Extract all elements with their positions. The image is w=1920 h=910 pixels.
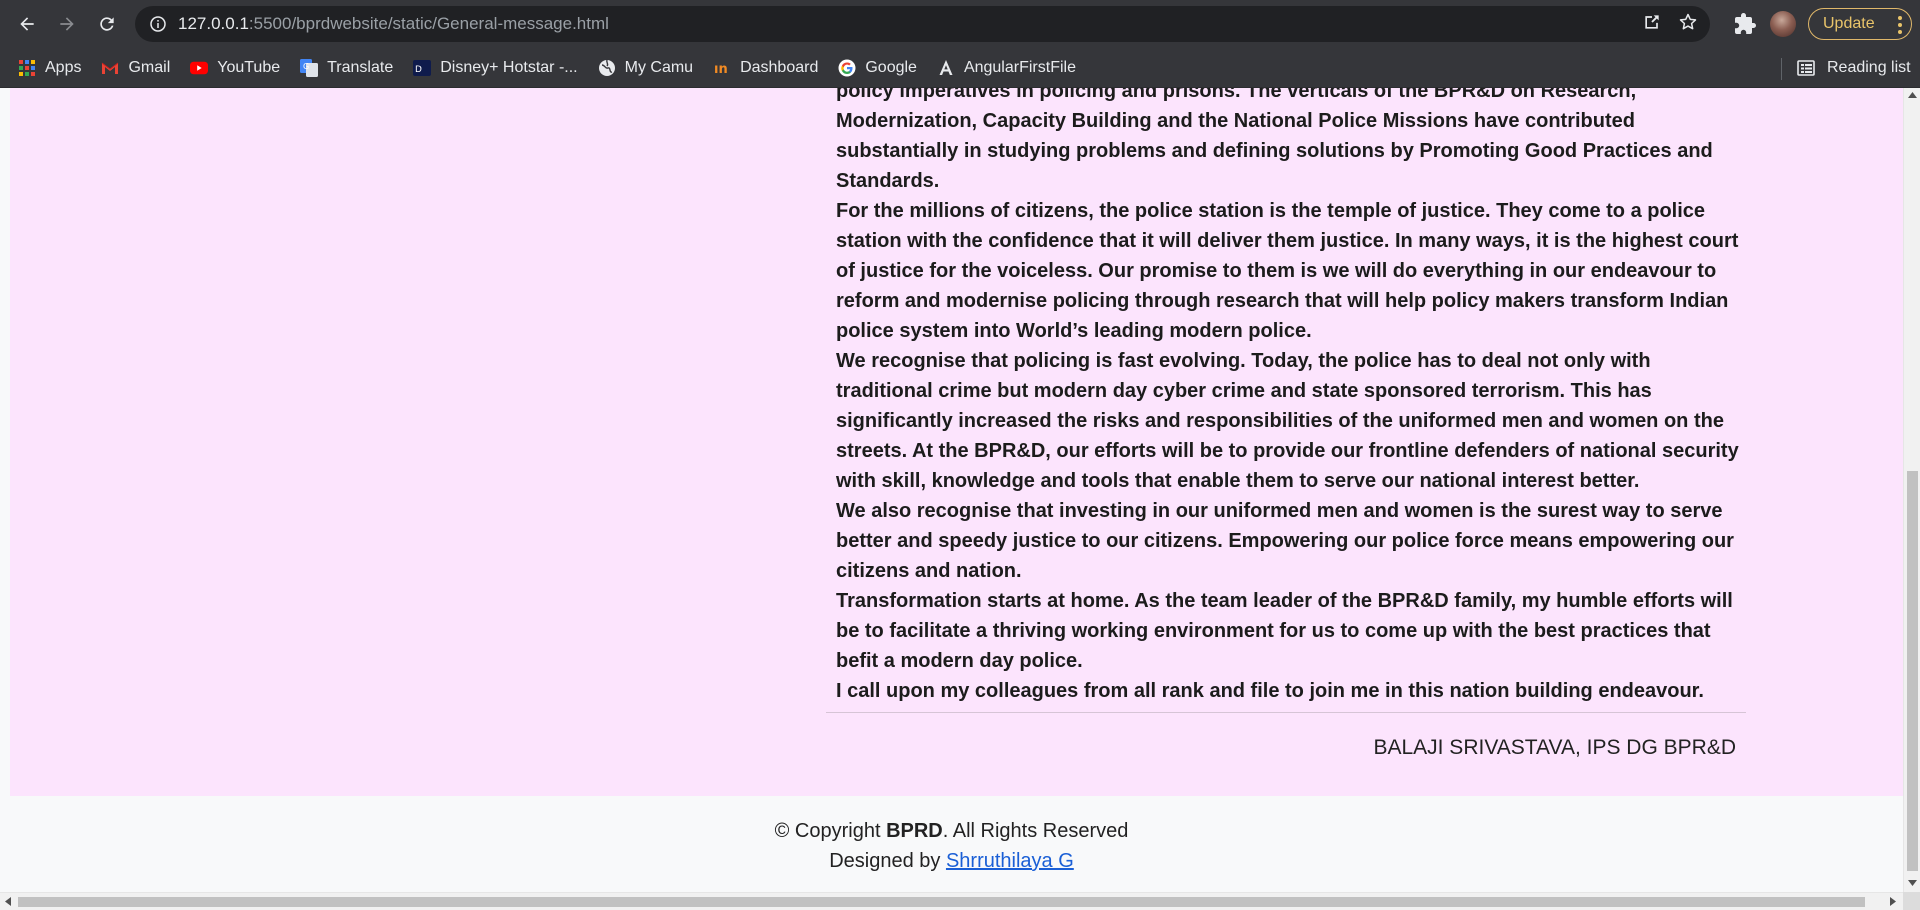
dg-message: policy imperatives in policing and priso…: [836, 88, 1746, 706]
url-path: :5500/bprdwebsite/static/General-message…: [248, 14, 609, 33]
scroll-right-arrow-icon[interactable]: [1890, 897, 1896, 906]
designed-by-prefix: Designed by: [829, 850, 946, 872]
bookmark-label: Gmail: [128, 58, 171, 76]
bookmark-label: Apps: [45, 58, 82, 76]
apps-grid-icon: [18, 59, 36, 77]
address-bar[interactable]: 127.0.0.1:5500/bprdwebsite/static/Genera…: [135, 6, 1710, 42]
scroll-left-arrow-icon[interactable]: [5, 897, 11, 906]
bookmark-translate[interactable]: G Translate: [300, 58, 394, 77]
url-host: 127.0.0.1: [178, 14, 249, 33]
reading-list-label: Reading list: [1827, 59, 1911, 76]
bookmark-label: AngularFirstFile: [963, 58, 1076, 76]
bookmark-angular[interactable]: AngularFirstFile: [937, 59, 1076, 77]
profile-avatar[interactable]: [1770, 11, 1796, 37]
bookmark-dashboard[interactable]: ın Dashboard: [713, 59, 818, 77]
bookmark-star-icon[interactable]: [1678, 12, 1698, 37]
extensions-puzzle-icon[interactable]: [1733, 12, 1757, 36]
site-info-icon[interactable]: [150, 16, 166, 32]
vertical-scrollbar[interactable]: [1903, 88, 1920, 892]
message-paragraph: I call upon my colleagues from all rank …: [836, 680, 1704, 702]
forward-icon[interactable]: [47, 4, 87, 44]
copyright-suffix: . All Rights Reserved: [942, 820, 1129, 842]
youtube-icon: [190, 59, 209, 77]
message-paragraph: policy imperatives in policing and priso…: [836, 88, 1713, 192]
svg-text:G: G: [303, 62, 309, 71]
bookmark-hotstar[interactable]: D Disney+ Hotstar -...: [413, 58, 578, 77]
back-icon[interactable]: [7, 4, 47, 44]
message-paragraph: We also recognise that investing in our …: [836, 500, 1734, 582]
gmail-icon: [101, 59, 119, 77]
vertical-scroll-thumb[interactable]: [1907, 471, 1918, 871]
update-button-label: Update: [1823, 15, 1875, 32]
scroll-down-arrow-icon[interactable]: [1908, 880, 1917, 886]
horizontal-scrollbar[interactable]: [0, 892, 1903, 910]
designer-link[interactable]: Shrruthilaya G: [946, 850, 1074, 872]
message-paragraph: For the millions of citizens, the police…: [836, 200, 1739, 342]
bookmark-label: Translate: [327, 58, 394, 76]
scroll-up-arrow-icon[interactable]: [1908, 92, 1917, 98]
page-viewport: policy imperatives in policing and priso…: [0, 88, 1903, 892]
reading-list-icon: [1797, 59, 1815, 77]
copyright-line: © Copyright BPRD. All Rights Reserved: [0, 820, 1903, 843]
copyright-brand: BPRD: [886, 820, 943, 842]
message-signature: BALAJI SRIVASTAVA, IPS DG BPR&D: [1373, 736, 1736, 759]
globe-icon: [598, 59, 616, 77]
reload-icon[interactable]: [87, 4, 127, 44]
footer: © Copyright BPRD. All Rights Reserved De…: [0, 804, 1903, 892]
bookmark-apps[interactable]: Apps: [18, 59, 81, 77]
bookmarks-bar: Apps Gmail YouTube G Translate D Disney+…: [0, 48, 1920, 88]
share-icon[interactable]: [1642, 12, 1662, 37]
svg-text:ın: ın: [714, 62, 728, 77]
browser-toolbar: 127.0.0.1:5500/bprdwebsite/static/Genera…: [0, 0, 1920, 48]
message-paragraph: Transformation starts at home. As the te…: [836, 590, 1733, 672]
designed-by-line: Designed by Shrruthilaya G: [0, 850, 1903, 873]
google-icon: [838, 59, 856, 77]
bookmark-mycamu[interactable]: My Camu: [598, 59, 693, 77]
copyright-prefix: © Copyright: [774, 820, 887, 842]
bookmark-youtube[interactable]: YouTube: [190, 59, 280, 77]
message-paragraph: We recognise that policing is fast evolv…: [836, 350, 1739, 492]
message-section: policy imperatives in policing and priso…: [10, 88, 1903, 796]
bookmark-label: Disney+ Hotstar -...: [440, 58, 578, 76]
bookmark-gmail[interactable]: Gmail: [101, 59, 170, 77]
bookmark-label: Google: [865, 58, 917, 76]
horizontal-scroll-thumb[interactable]: [18, 897, 1865, 907]
angular-icon: [937, 59, 955, 77]
reading-list-button[interactable]: Reading list: [1780, 48, 1911, 88]
scrollbar-corner: [1903, 892, 1920, 910]
url-text[interactable]: 127.0.0.1:5500/bprdwebsite/static/Genera…: [178, 14, 609, 34]
hotstar-icon: D: [413, 59, 432, 77]
menu-dots-icon[interactable]: [1897, 15, 1903, 35]
update-button[interactable]: Update: [1808, 8, 1912, 40]
bookmark-google[interactable]: Google: [838, 59, 917, 77]
bookmark-label: My Camu: [624, 58, 694, 76]
svg-text:D: D: [415, 65, 422, 75]
bookmark-label: YouTube: [217, 58, 281, 76]
translate-icon: G: [300, 58, 319, 77]
dashboard-icon: ın: [713, 59, 731, 77]
signature-divider: [826, 712, 1746, 713]
bookmark-label: Dashboard: [740, 58, 819, 76]
